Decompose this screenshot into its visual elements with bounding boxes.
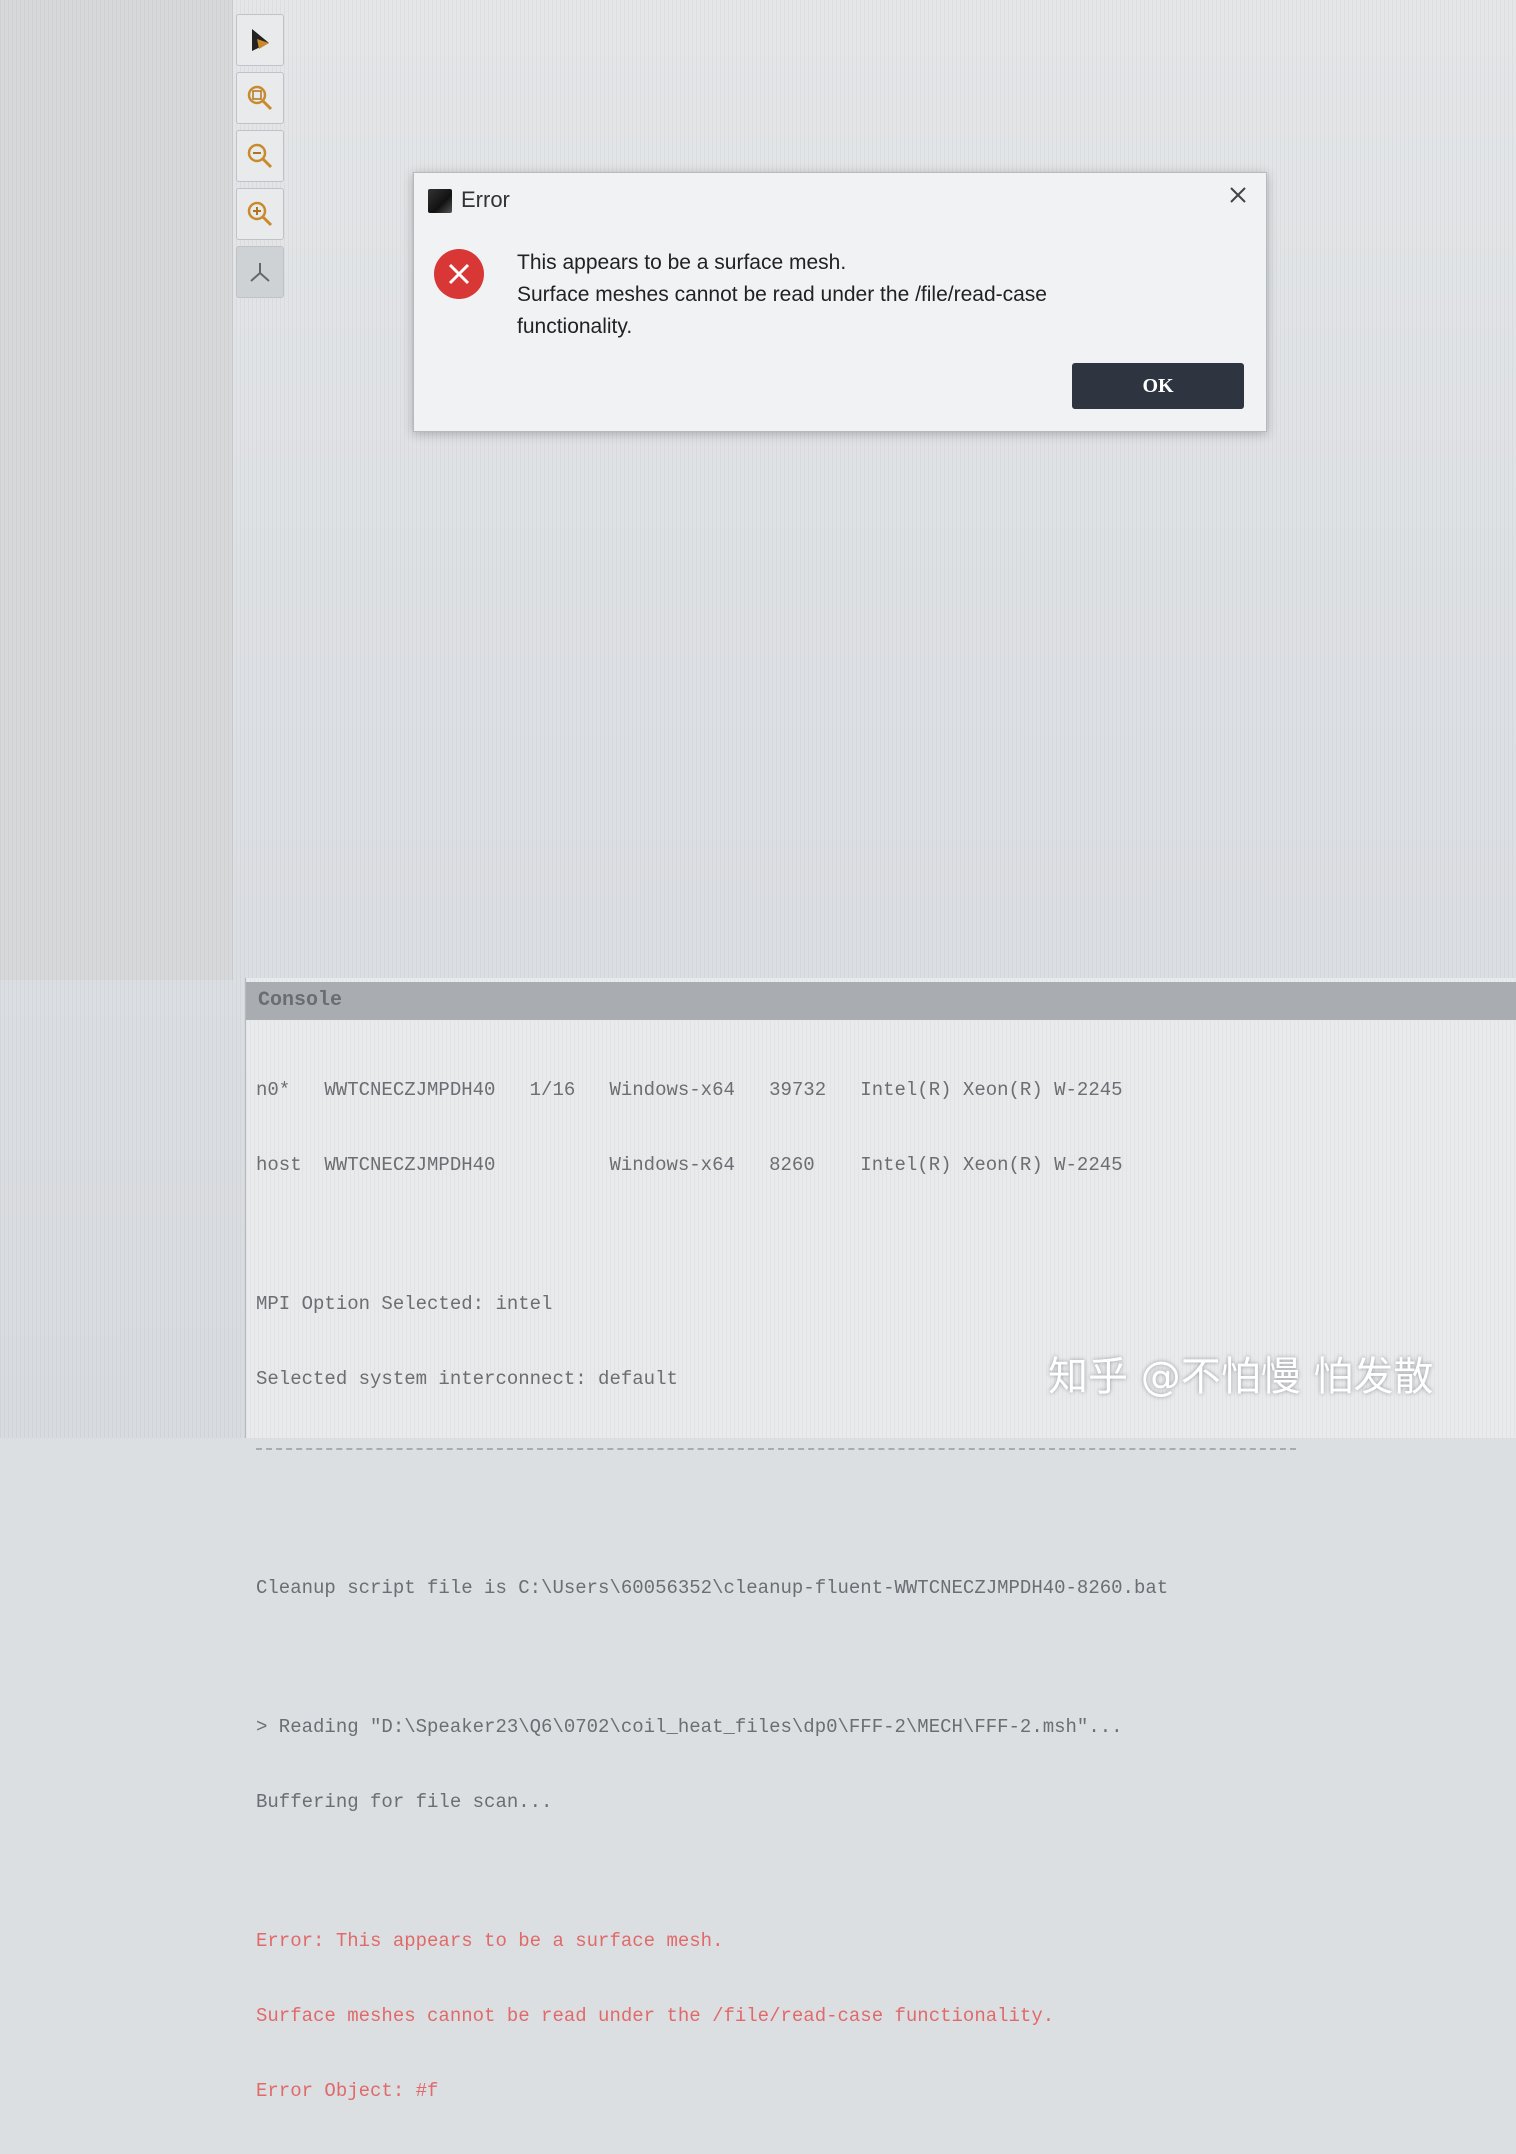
message-line: This appears to be a surface mesh. xyxy=(517,251,847,274)
zoom-fit-button[interactable] xyxy=(236,72,284,124)
error-icon xyxy=(434,249,484,299)
zoom-fit-icon xyxy=(247,85,273,111)
console-error-line: Surface meshes cannot be read under the … xyxy=(256,2005,1055,2027)
console-line: host WWTCNECZJMPDH40 Windows-x64 8260 In… xyxy=(256,1154,1123,1176)
message-line: functionality. xyxy=(517,315,633,338)
console-line: Cleanup script file is C:\Users\60056352… xyxy=(256,1577,1169,1599)
console-line: > Reading "D:\Speaker23\Q6\0702\coil_hea… xyxy=(256,1716,1123,1738)
dialog-message: This appears to be a surface mesh. Surfa… xyxy=(517,247,1157,343)
watermark: 知乎 @不怕慢 怕发散 xyxy=(1048,1354,1434,1400)
console-error-line: Error: This appears to be a surface mesh… xyxy=(256,1930,724,1952)
cursor-tool-button[interactable] xyxy=(236,14,284,66)
error-dialog: Error This appears to be a surface mesh.… xyxy=(413,172,1267,432)
dialog-title: Error xyxy=(461,187,510,212)
console-output[interactable]: n0* WWTCNECZJMPDH40 1/16 Windows-x64 397… xyxy=(256,1028,1506,2154)
app-icon xyxy=(428,189,452,213)
left-panel xyxy=(0,0,233,980)
zoom-out-button[interactable] xyxy=(236,130,284,182)
ok-button[interactable]: OK xyxy=(1072,363,1244,409)
message-line: Surface meshes cannot be read under the … xyxy=(517,283,1047,306)
console-line: n0* WWTCNECZJMPDH40 1/16 Windows-x64 397… xyxy=(256,1079,1123,1101)
axes-icon xyxy=(250,263,270,282)
zoom-out-icon xyxy=(247,143,273,169)
zoom-in-button[interactable] xyxy=(236,188,284,240)
screen: Error This appears to be a surface mesh.… xyxy=(0,0,1516,2102)
axes-button[interactable] xyxy=(236,246,284,298)
console-separator xyxy=(256,1448,1296,1452)
zoom-in-icon xyxy=(247,201,273,227)
cursor-icon xyxy=(252,29,269,51)
console-header: Console xyxy=(246,982,1516,1020)
close-icon xyxy=(1230,187,1246,203)
console-error-line: Error Object: #f xyxy=(256,2080,439,2102)
console-line: MPI Option Selected: intel xyxy=(256,1293,553,1315)
console-line: Buffering for file scan... xyxy=(256,1791,553,1813)
close-button[interactable] xyxy=(1224,181,1252,209)
graphics-toolbar xyxy=(236,14,288,298)
